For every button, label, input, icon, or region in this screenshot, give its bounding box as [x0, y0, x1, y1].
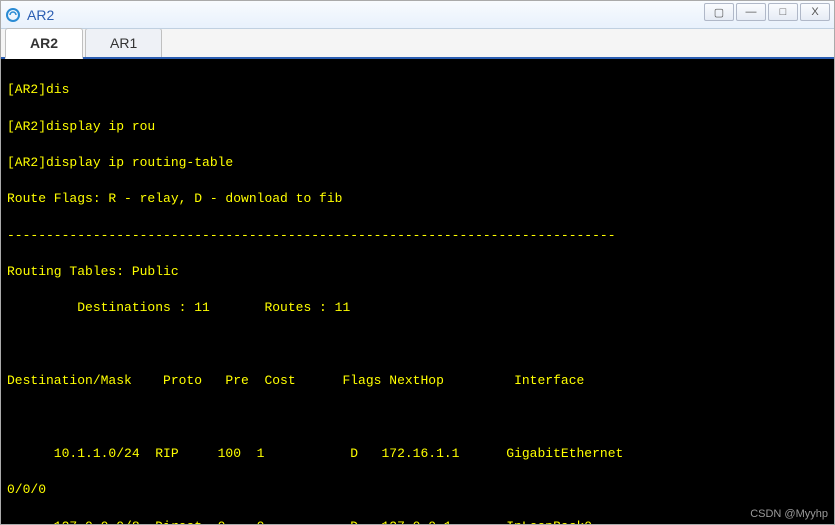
- blank-line: [7, 336, 828, 354]
- blank-line: [7, 409, 828, 427]
- minimize-button[interactable]: —: [736, 3, 766, 21]
- pop-out-button[interactable]: ▢: [704, 3, 734, 21]
- window-controls: ▢ — □ X: [704, 3, 830, 21]
- pop-out-icon: ▢: [714, 6, 724, 19]
- maximize-button[interactable]: □: [768, 3, 798, 21]
- window-title: AR2: [27, 7, 54, 23]
- prompt-line: [AR2]dis: [7, 81, 828, 99]
- tab-ar1[interactable]: AR1: [85, 28, 162, 57]
- close-icon: X: [811, 6, 818, 18]
- prompt-line: [AR2]display ip routing-table: [7, 154, 828, 172]
- terminal[interactable]: [AR2]dis [AR2]display ip rou [AR2]displa…: [1, 59, 834, 524]
- watermark: CSDN @Myyhp: [750, 507, 828, 522]
- route-flags-legend: Route Flags: R - relay, D - download to …: [7, 190, 828, 208]
- tab-label: AR1: [110, 35, 137, 51]
- table-row: 10.1.1.0/24 RIP 100 1 D 172.16.1.1 Gigab…: [7, 445, 828, 463]
- table-row: 0/0/0: [7, 481, 828, 499]
- table-row: 127.0.0.0/8 Direct 0 0 D 127.0.0.1 InLoo…: [7, 518, 828, 524]
- tab-label: AR2: [30, 35, 58, 51]
- counts-line: Destinations : 11 Routes : 11: [7, 299, 828, 317]
- divider: ----------------------------------------…: [7, 227, 828, 245]
- table-name: Routing Tables: Public: [7, 263, 828, 281]
- maximize-icon: □: [780, 6, 787, 18]
- prompt-line: [AR2]display ip rou: [7, 118, 828, 136]
- table-header: Destination/Mask Proto Pre Cost Flags Ne…: [7, 372, 828, 390]
- titlebar: AR2 ▢ — □ X: [1, 1, 834, 29]
- tab-ar2[interactable]: AR2: [5, 28, 83, 59]
- minimize-icon: —: [746, 6, 757, 18]
- app-icon: [5, 7, 21, 23]
- tab-bar: AR2 AR1: [1, 29, 834, 59]
- close-button[interactable]: X: [800, 3, 830, 21]
